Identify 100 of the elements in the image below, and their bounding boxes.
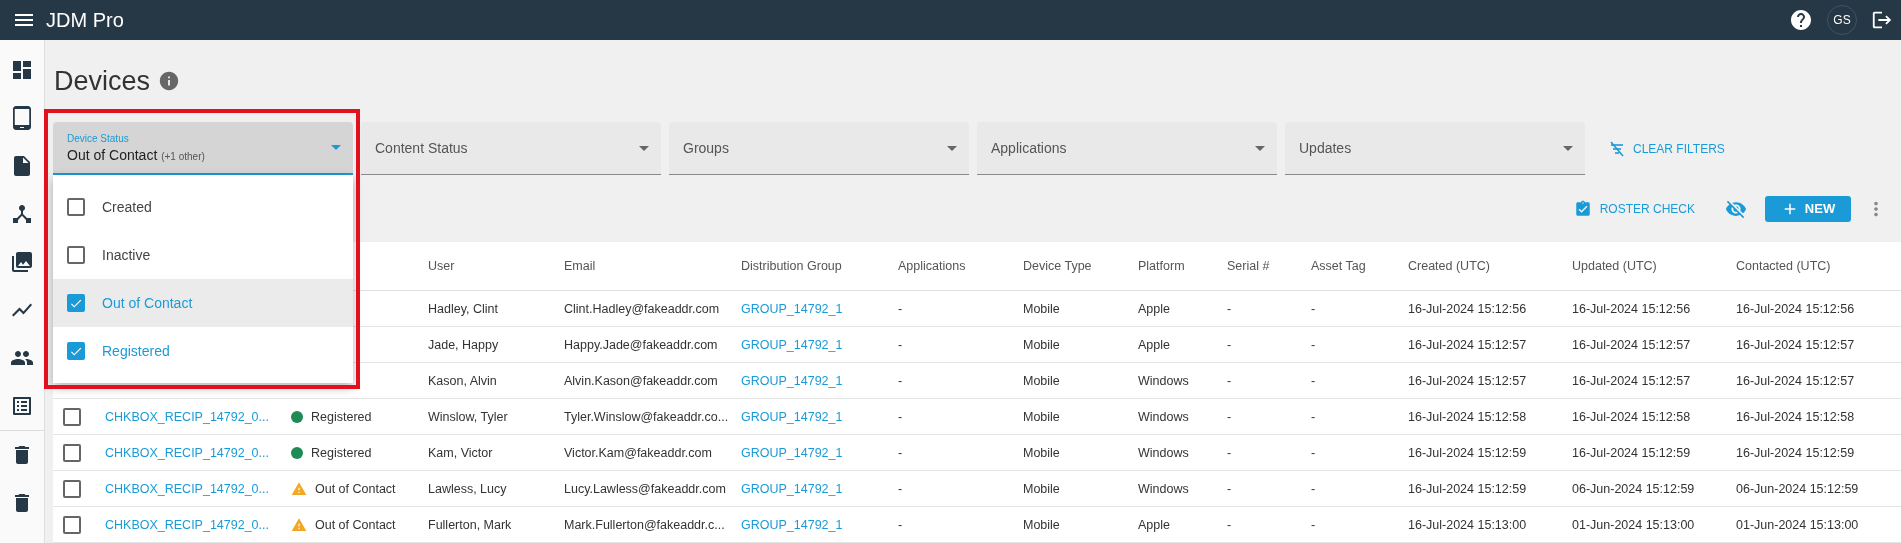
checkbox[interactable]: [67, 246, 85, 264]
table-cell-text: -: [1311, 445, 1317, 460]
table-cell-text: 16-Jul-2024 15:12:58: [1736, 409, 1856, 424]
help-icon[interactable]: [1789, 8, 1813, 32]
table-cell-text: -: [1227, 409, 1233, 424]
filter-select[interactable]: Updates: [1285, 122, 1585, 175]
column-header[interactable]: Contacted (UTC): [1736, 259, 1901, 273]
dashboard-icon[interactable]: [10, 58, 34, 82]
table-cell-text: Apple: [1138, 301, 1171, 316]
status-text: Out of Contact: [315, 481, 396, 496]
table-cell-text: Mobile: [1023, 481, 1061, 496]
logout-icon[interactable]: [1871, 9, 1893, 31]
photo-library-icon[interactable]: [10, 250, 34, 274]
menu-option[interactable]: Created: [53, 183, 353, 231]
table-cell-text: -: [1311, 373, 1317, 388]
table-cell-text: 16-Jul-2024 15:12:57: [1736, 337, 1856, 352]
column-header[interactable]: Device Type: [1023, 259, 1138, 273]
list-icon[interactable]: [10, 394, 34, 418]
table-cell-text: Mobile: [1023, 517, 1061, 532]
table-cell-text: -: [898, 301, 904, 316]
warning-icon: [291, 480, 307, 497]
table-cell-text: 16-Jul-2024 15:12:57: [1408, 373, 1528, 388]
checkbox[interactable]: [63, 407, 81, 426]
table-cell-text: 16-Jul-2024 15:12:57: [1736, 373, 1856, 388]
table-cell-text: 16-Jul-2024 15:12:59: [1408, 445, 1528, 460]
clipboard-check-icon: [1573, 199, 1592, 218]
status-dot: [291, 446, 303, 459]
dropdown-icon: [947, 145, 957, 151]
table-cell-text: Hadley, Clint: [428, 301, 499, 316]
device-name-link[interactable]: CHKBOX_RECIP_14792_0...: [105, 517, 291, 532]
checkbox[interactable]: [67, 198, 85, 216]
table-cell-text: -: [1227, 445, 1233, 460]
tablet-icon[interactable]: [10, 106, 34, 130]
table-cell-text: -: [1227, 373, 1233, 388]
checkbox[interactable]: [67, 294, 85, 312]
group-link[interactable]: GROUP_14792_1: [741, 481, 898, 496]
page-title: Devices: [54, 65, 151, 97]
table-cell-text: Mark.Fullerton@fakeaddr.c...: [564, 517, 726, 532]
table-cell-text: -: [898, 517, 904, 532]
filter-select[interactable]: Applications: [977, 122, 1277, 175]
table-cell-text: -: [898, 481, 904, 496]
table-cell-text: -: [898, 337, 904, 352]
group-link[interactable]: GROUP_14792_1: [741, 517, 898, 532]
table-cell-text: Happy.Jade@fakeaddr.com: [564, 337, 719, 352]
hub-icon[interactable]: [10, 202, 34, 226]
table-cell-text: Kam, Victor: [428, 445, 494, 460]
column-header[interactable]: Created (UTC): [1408, 259, 1572, 273]
device-name-link[interactable]: CHKBOX_RECIP_14792_0...: [105, 409, 291, 424]
column-header[interactable]: Applications: [898, 259, 1023, 273]
filter-select[interactable]: Device Status Out of Contact (+1 other): [53, 122, 353, 175]
table-cell-text: 16-Jul-2024 15:12:57: [1408, 337, 1528, 352]
table-cell-text: -: [898, 445, 904, 460]
device-name-link[interactable]: CHKBOX_RECIP_14792_0...: [105, 481, 291, 496]
menu-option[interactable]: Registered: [53, 327, 353, 375]
table-cell-text: Clint.Hadley@fakeaddr.com: [564, 301, 721, 316]
status-text: Registered: [311, 409, 372, 424]
group-link[interactable]: GROUP_14792_1: [741, 337, 898, 352]
column-header[interactable]: Asset Tag: [1311, 259, 1408, 273]
table-cell-text: Windows: [1138, 481, 1190, 496]
table-cell-text: Winslow, Tyler: [428, 409, 509, 424]
table-cell-text: Tyler.Winslow@fakeaddr.co...: [564, 409, 730, 424]
dropdown-icon: [1563, 145, 1573, 151]
table-cell-text: -: [1311, 337, 1317, 352]
group-link[interactable]: GROUP_14792_1: [741, 373, 898, 388]
table-cell-text: 16-Jul-2024 15:12:59: [1736, 445, 1856, 460]
table-cell-text: Windows: [1138, 409, 1190, 424]
table-cell-text: 16-Jul-2024 15:12:59: [1408, 481, 1528, 496]
table-cell-text: -: [1311, 301, 1317, 316]
table-cell-text: -: [898, 373, 904, 388]
filter-select[interactable]: Content Status: [361, 122, 661, 175]
filter-select[interactable]: Groups: [669, 122, 969, 175]
dropdown-icon: [1255, 145, 1265, 151]
table-cell-text: 16-Jul-2024 15:12:56: [1408, 301, 1528, 316]
checkbox[interactable]: [63, 479, 81, 498]
table-cell-text: 16-Jul-2024 15:12:57: [1572, 337, 1692, 352]
table-cell-text: 16-Jul-2024 15:13:00: [1408, 517, 1528, 532]
column-header[interactable]: Distribution Group: [741, 259, 898, 273]
menu-option[interactable]: Inactive: [53, 231, 353, 279]
table-cell-text: 01-Jun-2024 15:13:00: [1736, 517, 1860, 532]
group-link[interactable]: GROUP_14792_1: [741, 445, 898, 460]
group-link[interactable]: GROUP_14792_1: [741, 301, 898, 316]
table-cell-text: 06-Jun-2024 15:12:59: [1572, 481, 1696, 496]
checkbox[interactable]: [63, 443, 81, 462]
device-name-link[interactable]: CHKBOX_RECIP_14792_0...: [105, 445, 291, 460]
checkbox[interactable]: [63, 515, 81, 534]
table-cell-text: -: [1227, 517, 1233, 532]
checkbox[interactable]: [67, 342, 85, 360]
column-header[interactable]: Serial #: [1227, 259, 1311, 273]
table-cell-text: 16-Jul-2024 15:12:58: [1572, 409, 1692, 424]
table-cell-text: 16-Jul-2024 15:12:56: [1572, 301, 1692, 316]
column-header[interactable]: Updated (UTC): [1572, 259, 1736, 273]
group-link[interactable]: GROUP_14792_1: [741, 409, 898, 424]
table-cell-text: Mobile: [1023, 301, 1061, 316]
info-icon[interactable]: [158, 70, 181, 92]
column-header[interactable]: Email: [564, 259, 741, 273]
column-header[interactable]: User: [428, 259, 564, 273]
column-header[interactable]: Platform: [1138, 259, 1227, 273]
dropdown-icon: [639, 145, 649, 151]
table-cell-text: 01-Jun-2024 15:13:00: [1572, 517, 1696, 532]
table-cell-text: -: [1311, 481, 1317, 496]
